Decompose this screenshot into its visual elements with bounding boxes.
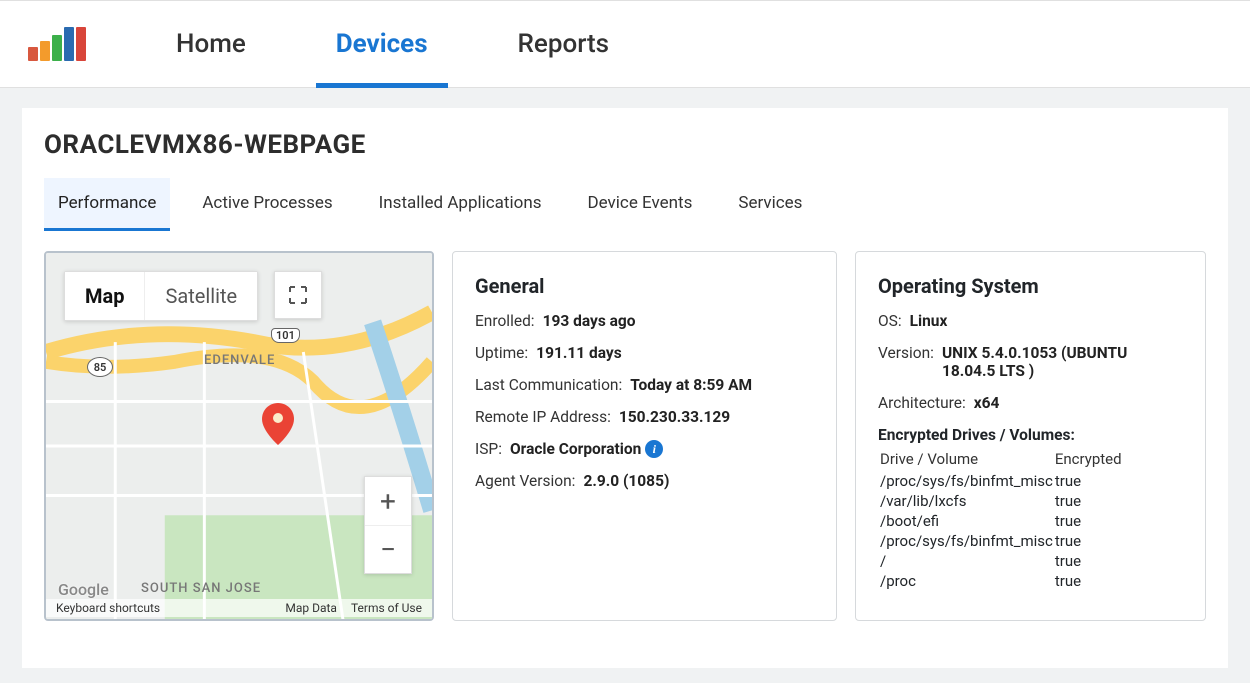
drives-header: Encrypted Drives / Volumes: <box>878 426 1183 444</box>
nav-devices[interactable]: Devices <box>316 1 448 87</box>
table-row: /proc/sys/fs/binfmt_misctrue <box>880 472 1181 490</box>
agent-label: Agent Version: <box>475 472 575 490</box>
tab-performance[interactable]: Performance <box>44 178 170 231</box>
google-logo: Google <box>58 580 109 599</box>
general-title: General <box>475 274 814 298</box>
table-row: /true <box>880 552 1181 570</box>
drive-volume: /proc <box>880 572 1053 590</box>
fullscreen-button[interactable] <box>274 271 322 319</box>
map-pin-icon <box>261 403 295 449</box>
map-type-map[interactable]: Map <box>65 272 144 320</box>
main-nav: Home Devices Reports <box>156 1 629 87</box>
drive-encrypted: true <box>1055 552 1181 570</box>
zoom-control: + − <box>364 476 412 574</box>
table-row: /proc/sys/fs/binfmt_misctrue <box>880 532 1181 550</box>
tab-installed-applications[interactable]: Installed Applications <box>365 178 556 231</box>
drive-volume: /proc/sys/fs/binfmt_misc <box>880 532 1053 550</box>
os-value: Linux <box>910 312 948 330</box>
fullscreen-icon <box>288 285 308 305</box>
remoteip-label: Remote IP Address: <box>475 408 611 426</box>
drives-table: Drive / Volume Encrypted /proc/sys/fs/bi… <box>878 448 1183 592</box>
page-title: ORACLEVMX86-WEBPAGE <box>44 130 1206 160</box>
nav-reports[interactable]: Reports <box>498 1 630 87</box>
enrolled-label: Enrolled: <box>475 312 535 330</box>
drive-encrypted: true <box>1055 532 1181 550</box>
map-card[interactable]: 101 85 EDENVALE SOUTH SAN JOSE Map Satel… <box>44 251 434 621</box>
zoom-out-button[interactable]: − <box>365 525 411 573</box>
drive-volume: /boot/efi <box>880 512 1053 530</box>
table-row: /proctrue <box>880 572 1181 590</box>
general-card: General Enrolled: 193 days ago Uptime: 1… <box>452 251 837 621</box>
subtabs: Performance Active Processes Installed A… <box>44 178 1206 231</box>
drive-volume: /proc/sys/fs/binfmt_misc <box>880 472 1053 490</box>
map-footer: Keyboard shortcuts Map Data Terms of Use <box>46 599 432 617</box>
enrolled-value: 193 days ago <box>543 312 636 330</box>
drives-col-encrypted: Encrypted <box>1055 450 1181 470</box>
agent-value: 2.9.0 (1085) <box>583 472 669 490</box>
info-icon[interactable]: i <box>645 440 663 458</box>
table-row: /boot/efitrue <box>880 512 1181 530</box>
drive-volume: / <box>880 552 1053 570</box>
lastcomm-value: Today at 8:59 AM <box>630 376 752 394</box>
drive-volume: /var/lib/lxcfs <box>880 492 1053 510</box>
highway-85-shield: 85 <box>87 357 113 377</box>
drive-encrypted: true <box>1055 512 1181 530</box>
place-south-san-jose: SOUTH SAN JOSE <box>141 581 261 596</box>
table-row: /var/lib/lxcfstrue <box>880 492 1181 510</box>
nav-home[interactable]: Home <box>156 1 266 87</box>
zoom-in-button[interactable]: + <box>365 477 411 525</box>
version-value: UNIX 5.4.0.1053 (UBUNTU 18.04.5 LTS ) <box>942 344 1183 380</box>
map-data-link[interactable]: Map Data <box>285 601 337 615</box>
drive-encrypted: true <box>1055 572 1181 590</box>
topbar: Home Devices Reports <box>0 0 1250 88</box>
tab-services[interactable]: Services <box>724 178 816 231</box>
drives-col-volume: Drive / Volume <box>880 450 1053 470</box>
highway-101-shield: 101 <box>271 328 300 343</box>
map-type-toggle: Map Satellite <box>64 271 258 321</box>
os-card: Operating System OS: Linux Version: UNIX… <box>855 251 1206 621</box>
isp-label: ISP: <box>475 440 502 458</box>
page-container: ORACLEVMX86-WEBPAGE Performance Active P… <box>22 108 1228 668</box>
version-label: Version: <box>878 344 934 362</box>
uptime-value: 191.11 days <box>536 344 622 362</box>
uptime-label: Uptime: <box>475 344 528 362</box>
drive-encrypted: true <box>1055 472 1181 490</box>
arch-value: x64 <box>974 394 1000 412</box>
map-type-satellite[interactable]: Satellite <box>144 272 257 320</box>
os-title: Operating System <box>878 274 1183 298</box>
isp-value: Oracle Corporation <box>510 440 641 458</box>
tab-active-processes[interactable]: Active Processes <box>188 178 346 231</box>
tab-device-events[interactable]: Device Events <box>573 178 706 231</box>
lastcomm-label: Last Communication: <box>475 376 622 394</box>
os-label: OS: <box>878 312 902 330</box>
arch-label: Architecture: <box>878 394 966 412</box>
drive-encrypted: true <box>1055 492 1181 510</box>
keyboard-shortcuts-link[interactable]: Keyboard shortcuts <box>56 601 160 615</box>
terms-link[interactable]: Terms of Use <box>351 601 422 615</box>
logo <box>28 27 86 61</box>
remoteip-value: 150.230.33.129 <box>619 408 730 426</box>
place-edenvale: EDENVALE <box>204 353 275 368</box>
